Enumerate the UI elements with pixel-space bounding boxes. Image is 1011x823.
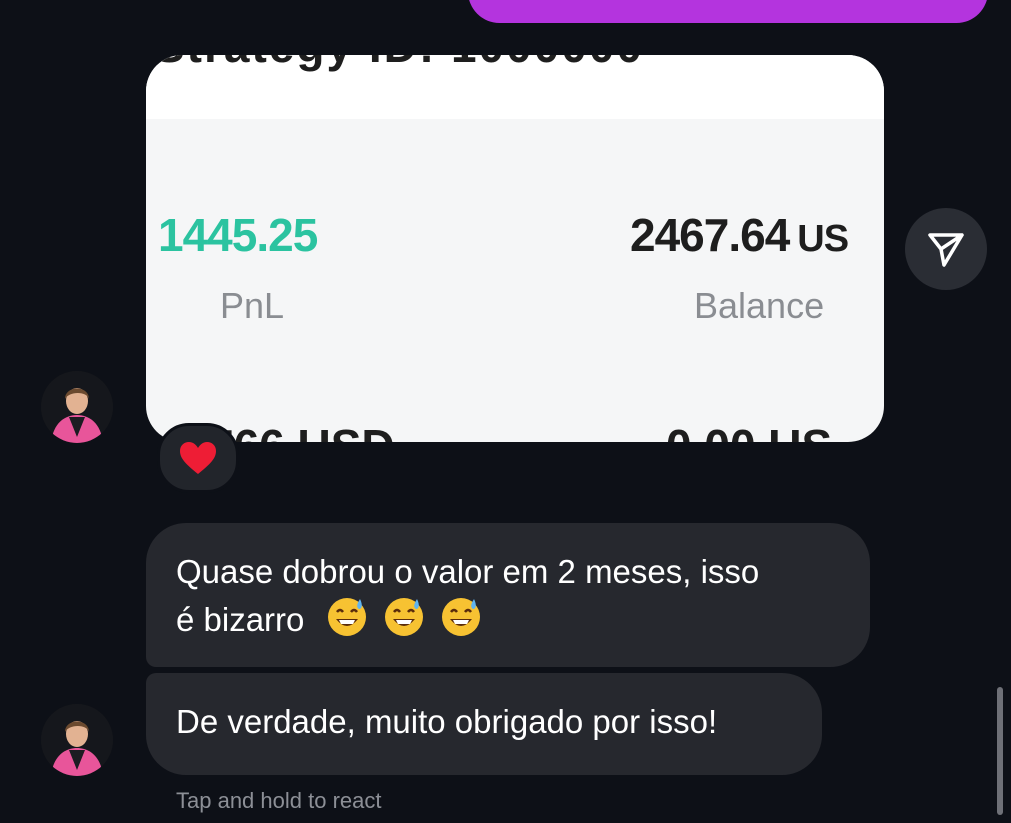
balance-label: Balance (694, 285, 825, 326)
react-hint: Tap and hold to react (176, 788, 382, 813)
message-text: é bizarro (176, 601, 305, 638)
message-text-line-1: Quase dobrou o valor em 2 meses, isso (176, 553, 760, 590)
balance-value: 2467.64 US (630, 208, 849, 262)
balance-number: 2467.64 (630, 209, 790, 261)
received-message-bubble[interactable]: De verdade, muito obrigado por isso! (146, 673, 822, 775)
scrollbar[interactable] (997, 687, 1003, 815)
card-cut-header-text: Strategy ID: 1000000 (154, 55, 644, 73)
shared-image-card[interactable]: Strategy ID: 1000000 1445.25 PnL 2467.64… (146, 55, 884, 442)
send-icon (928, 233, 964, 267)
sweat-smile-emoji-icon (383, 595, 425, 649)
avatar-picture (41, 371, 113, 443)
card-header-strip: Strategy ID: 1000000 (146, 55, 884, 119)
sent-message-bubble[interactable] (468, 0, 988, 23)
pnl-value: 1445.25 (158, 209, 318, 261)
heart-icon (180, 442, 216, 474)
card-cut-bottom-right-value: 0.00 US (666, 419, 832, 442)
card-cut-bottom-left-value: 766 USD (208, 419, 395, 442)
sweat-smile-emoji-icon (440, 595, 482, 649)
avatar[interactable] (41, 704, 113, 776)
sweat-smile-emoji-icon (326, 595, 368, 649)
avatar-picture (41, 704, 113, 776)
message-text: De verdade, muito obrigado por isso! (176, 703, 718, 740)
share-button[interactable] (905, 208, 987, 290)
pnl-label: PnL (220, 285, 285, 326)
message-reaction[interactable] (157, 423, 239, 493)
avatar[interactable] (41, 371, 113, 443)
message-text-line-2: é bizarro (176, 595, 840, 649)
received-message-bubble[interactable]: Quase dobrou o valor em 2 meses, isso é … (146, 523, 870, 667)
balance-unit: US (797, 218, 849, 260)
